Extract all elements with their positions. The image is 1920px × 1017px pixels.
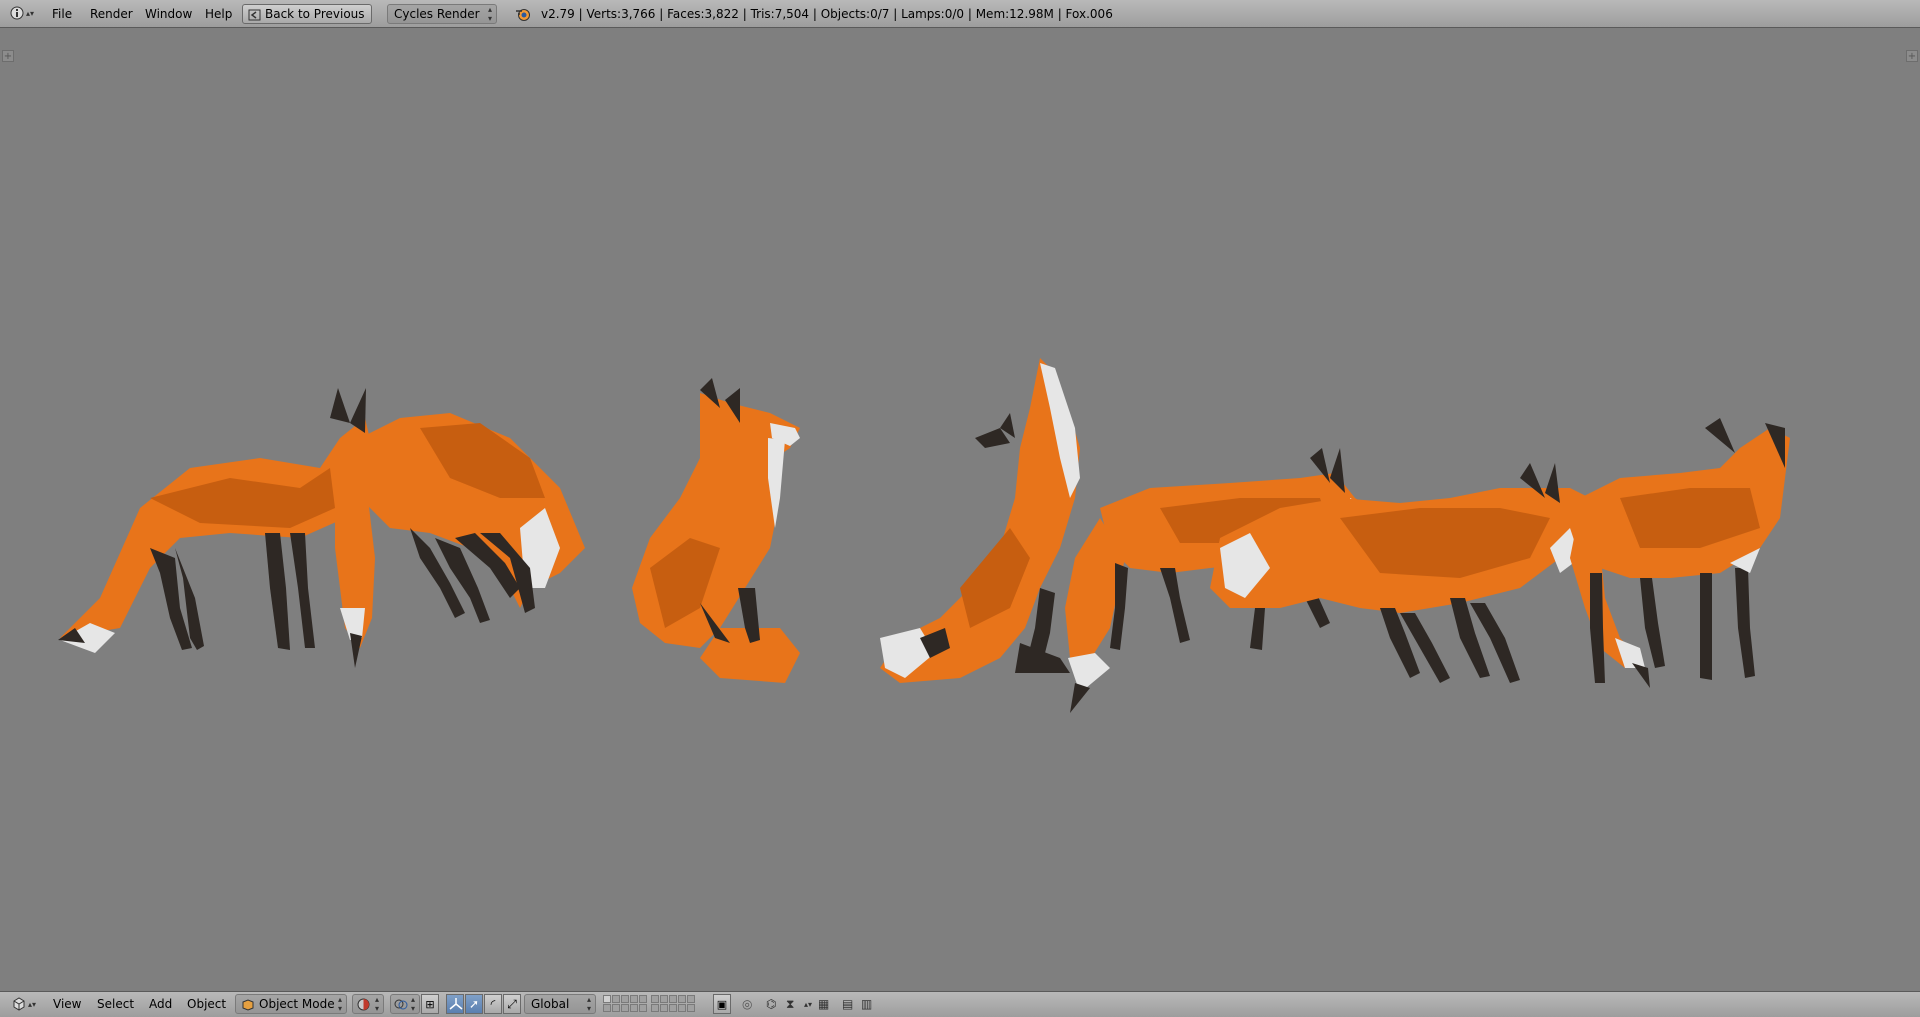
back-icon [248, 8, 261, 21]
snap-icon: ⊞ [425, 998, 435, 1011]
fox-scene [58, 358, 1790, 713]
menu-object[interactable]: Object [187, 992, 226, 1017]
viewport-shading-icon [357, 998, 370, 1011]
pivot-icon [394, 998, 408, 1011]
layer-button[interactable] [621, 1004, 629, 1012]
pivot-dropdown[interactable]: ▴ ▾ [390, 994, 420, 1014]
snap-target-icon[interactable]: ⧗ [786, 992, 794, 1017]
scale-icon: ⤢ [507, 997, 517, 1011]
layer-button[interactable] [687, 1004, 695, 1012]
fox-bending[interactable] [335, 413, 585, 668]
layer-button[interactable] [630, 1004, 638, 1012]
info-header: ▴▾ File Render Window Help Back to Previ… [0, 0, 1920, 28]
layer-button[interactable] [678, 1004, 686, 1012]
layer-button[interactable] [678, 995, 686, 1003]
manipulator-icon [449, 997, 463, 1011]
fox-sitting-right[interactable] [632, 378, 800, 683]
layer-button[interactable] [660, 995, 668, 1003]
object-mode-value: Object Mode [259, 997, 335, 1011]
object-mode-cube-icon [242, 998, 254, 1011]
dropdown-arrows-icon: ▴ ▾ [337, 995, 342, 1013]
layers-grid[interactable] [603, 995, 703, 1015]
info-icon[interactable] [10, 6, 24, 20]
rotate-icon: ◜ [490, 997, 496, 1011]
layer-button[interactable] [603, 1004, 611, 1012]
transform-orientation-dropdown[interactable]: Global ▴ ▾ [524, 994, 596, 1014]
fox-standing-left[interactable] [58, 388, 372, 653]
transform-orientation-value: Global [531, 997, 570, 1011]
lock-layers-button[interactable]: ▣ [713, 994, 731, 1014]
3d-viewport[interactable]: + + [0, 28, 1920, 991]
opengl-render-icon[interactable]: ▤ [842, 992, 853, 1017]
render-icon[interactable]: ▥ [861, 992, 872, 1017]
object-mode-dropdown[interactable]: Object Mode ▴ ▾ [235, 994, 347, 1014]
editor-type-arrows[interactable]: ▴▾ [28, 992, 36, 1017]
render-engine-dropdown[interactable]: Cycles Render ▴ ▾ [387, 4, 497, 24]
layer-button[interactable] [639, 995, 647, 1003]
back-to-previous-button[interactable]: Back to Previous [242, 4, 372, 24]
menu-render[interactable]: Render [90, 0, 133, 28]
blender-logo-icon [515, 6, 531, 22]
proportional-edit-icon[interactable]: ◎ [742, 992, 752, 1017]
viewport-shading-dropdown[interactable]: ▴ ▾ [352, 994, 384, 1014]
menu-file[interactable]: File [52, 0, 72, 28]
layer-button[interactable] [660, 1004, 668, 1012]
fox-standing-right[interactable] [1570, 418, 1790, 688]
editor-type-arrows[interactable]: ▴▾ [26, 0, 34, 28]
menu-view[interactable]: View [53, 992, 81, 1017]
lock-icon: ▣ [716, 998, 728, 1011]
translate-arrow-icon: ➚ [468, 997, 480, 1011]
menu-window[interactable]: Window [145, 0, 192, 28]
render-layers-icon[interactable]: ▦ [818, 992, 829, 1017]
dropdown-arrows-icon: ▴ ▾ [410, 995, 415, 1013]
layer-button[interactable] [603, 995, 611, 1003]
layer-button[interactable] [612, 995, 620, 1003]
snap-toggle[interactable]: ⊞ [421, 994, 439, 1014]
layer-button[interactable] [669, 1004, 677, 1012]
menu-help[interactable]: Help [205, 0, 232, 28]
scale-manipulator-button[interactable]: ⤢ [503, 994, 521, 1014]
translate-manipulator-button[interactable]: ➚ [465, 994, 483, 1014]
layer-button[interactable] [669, 995, 677, 1003]
layer-button[interactable] [651, 1004, 659, 1012]
snap-element-icon[interactable]: ⌬ [766, 992, 776, 1017]
scene-statistics: v2.79 | Verts:3,766 | Faces:3,822 | Tris… [541, 7, 1113, 21]
view3d-editor-icon[interactable] [12, 997, 26, 1011]
snap-target-arrows[interactable]: ▴▾ [804, 992, 812, 1017]
layer-button[interactable] [621, 995, 629, 1003]
menu-add[interactable]: Add [149, 992, 172, 1017]
fox-sitting-howling[interactable] [880, 358, 1080, 683]
manipulator-toggle[interactable] [446, 994, 464, 1014]
dropdown-arrows-icon: ▴ ▾ [586, 995, 591, 1013]
layer-button[interactable] [630, 995, 638, 1003]
layer-button[interactable] [639, 1004, 647, 1012]
menu-select[interactable]: Select [97, 992, 134, 1017]
layer-button[interactable] [612, 1004, 620, 1012]
view3d-header: ▴▾ View Select Add Object Object Mode ▴ ▾… [0, 991, 1920, 1017]
render-engine-value: Cycles Render [394, 7, 480, 21]
dropdown-arrows-icon: ▴ ▾ [487, 5, 492, 23]
layer-button[interactable] [687, 995, 695, 1003]
dropdown-arrows-icon: ▴ ▾ [374, 995, 379, 1013]
back-to-previous-label: Back to Previous [265, 7, 365, 21]
layer-button[interactable] [651, 995, 659, 1003]
rotate-manipulator-button[interactable]: ◜ [484, 994, 502, 1014]
